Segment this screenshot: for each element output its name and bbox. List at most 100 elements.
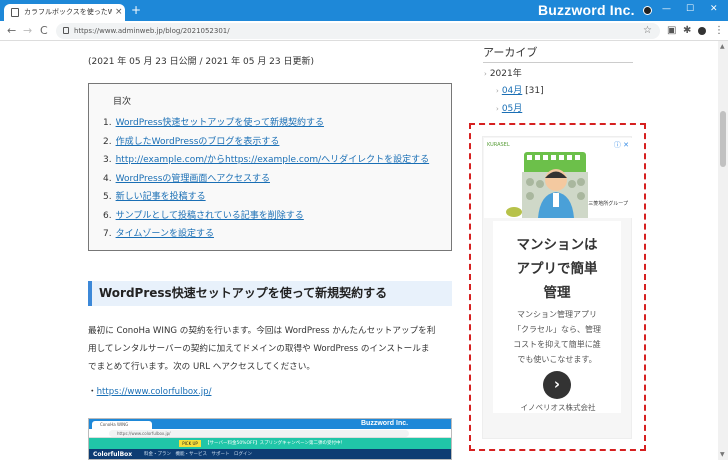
brand-label: Buzzword Inc. — [538, 2, 635, 18]
ad-headline-line: 管理 — [543, 285, 571, 301]
scroll-thumb[interactable] — [720, 111, 726, 167]
toc-item: 5. 新しい記事を投稿する — [103, 188, 429, 207]
screenshot-logo: ColorfulBox — [93, 451, 133, 458]
profile-icon[interactable] — [698, 27, 706, 35]
toc-item: 6. サンプルとして投稿されている記事を削除する — [103, 207, 429, 226]
ad-body-line: マンション管理アプリ — [517, 310, 597, 319]
archive-month-link[interactable]: 05月 — [502, 104, 522, 114]
tab-close-icon[interactable]: × — [115, 6, 123, 18]
section-heading-text: WordPress快速セットアップを使って新規契約する — [99, 286, 388, 300]
publish-dates: (2021 年 05 月 23 日公開 / 2021 年 05 月 23 日更新… — [88, 57, 315, 67]
ad-image[interactable]: KURASEL ⓘ ✕ 三菱地所グループ — [484, 138, 632, 218]
bullet-icon: › — [484, 70, 487, 78]
screenshot-promo-tag: PICK UP — [179, 440, 201, 447]
minimize-button[interactable]: — — [662, 2, 671, 16]
puzzle-extensions-icon[interactable]: ✱ — [683, 24, 691, 37]
toc-item: 4. WordPressの管理画面へアクセスする — [103, 170, 429, 189]
archive-year: › 2021年 — [484, 68, 522, 80]
toc-link[interactable]: タイムゾーンを設定する — [116, 229, 214, 239]
archive-month-count: [31] — [525, 86, 544, 96]
toc-link[interactable]: WordPress快速セットアップを使って新規契約する — [116, 118, 324, 128]
screenshot-promo-banner: PICK UP 【サーバー料金50%OFF】スプリングキャンペーン第二弾の受付中… — [89, 438, 451, 449]
scroll-up-icon[interactable]: ▲ — [720, 43, 725, 50]
toc-link[interactable]: サンプルとして投稿されている記事を削除する — [116, 211, 304, 221]
bullet-icon: › — [496, 105, 499, 113]
table-of-contents: 目次 1. WordPress快速セットアップを使って新規契約する 2. 作成したW… — [88, 83, 452, 251]
ad-company: イノベリオス株式会社 — [520, 403, 596, 412]
bullet-icon: › — [496, 87, 499, 95]
paragraph-line: でまとめて行います。次の URL へアクセスしてください。 — [88, 362, 315, 372]
ad-next-arrow-button[interactable]: › — [543, 371, 571, 399]
archive-month: › 04月 [31] — [496, 85, 544, 97]
ad-body: マンション管理アプリ 「クラセル」なら、管理 コストを抑えて簡単に誰 でも使いこ… — [493, 307, 621, 367]
toc-number: 4. — [103, 173, 112, 184]
ad-brand-logo: KURASEL — [487, 142, 510, 148]
screenshot-site-nav: ColorfulBox 料金・プラン 機能・サービス サポート ログイン — [89, 449, 451, 459]
section-heading: WordPress快速セットアップを使って新規契約する — [88, 281, 452, 306]
page-favicon-icon — [11, 8, 19, 17]
ad-headline: マンションは アプリで簡単 管理 — [493, 233, 621, 305]
ad-body-line: でも使いこなせます。 — [517, 355, 597, 364]
advertisement[interactable]: KURASEL ⓘ ✕ 三菱地所グループ マンションは アプリで簡単 管理 マン… — [482, 136, 632, 439]
intro-paragraph: 最初に ConoHa WING の契約を行います。今回は WordPress か… — [88, 322, 454, 376]
toc-link[interactable]: WordPressの管理画面へアクセスする — [116, 174, 270, 184]
ad-group-label: 三菱地所グループ — [588, 201, 628, 207]
forward-button[interactable]: → — [23, 24, 32, 37]
lock-icon — [63, 27, 69, 34]
paragraph-line: 用してレンタルサーバーの契約に加えてドメインの取得や WordPress のイン… — [88, 344, 430, 354]
url-text[interactable]: https://www.adminweb.jp/blog/2021052301/ — [74, 25, 230, 37]
new-tab-button[interactable]: + — [131, 3, 141, 17]
profile-avatar[interactable] — [643, 6, 652, 15]
screenshot-promo-text: 【サーバー料金50%OFF】スプリングキャンペーン第二弾の受付中！ — [205, 441, 345, 446]
screenshot-menu: 料金・プラン 機能・サービス サポート ログイン — [144, 452, 252, 457]
browser-tab[interactable]: カラフルボックスを使ったWordPress × — [4, 4, 125, 21]
screenshot-tab: ConoHa WING — [92, 421, 152, 429]
colorfulbox-link[interactable]: https://www.colorfulbox.jp/ — [97, 387, 212, 397]
ad-card[interactable]: マンションは アプリで簡単 管理 マンション管理アプリ 「クラセル」なら、管理 … — [493, 221, 621, 413]
bookmark-star-icon[interactable]: ☆ — [643, 24, 652, 37]
toc-number: 1. — [103, 118, 112, 128]
reload-button[interactable]: C — [40, 24, 48, 37]
maximize-button[interactable]: ☐ — [686, 2, 694, 16]
archive-year-label: 2021年 — [489, 69, 522, 79]
embedded-screenshot: ConoHa WING Buzzword Inc. https://www.co… — [88, 418, 452, 460]
toc-number: 6. — [103, 210, 112, 221]
ad-headline-line: マンションは — [516, 237, 598, 253]
toc-number: 3. — [103, 155, 112, 165]
tab-title: カラフルボックスを使ったWordPress — [24, 8, 112, 16]
menu-icon[interactable]: ⋮ — [714, 24, 724, 37]
toc-number: 7. — [103, 229, 112, 239]
toc-item: 7. タイムゾーンを設定する — [103, 225, 429, 244]
toc-number: 5. — [103, 192, 112, 202]
toc-list: 1. WordPress快速セットアップを使って新規契約する 2. 作成したWord… — [103, 114, 429, 244]
ad-headline-line: アプリで簡単 — [516, 261, 598, 277]
toc-item: 3. http://example.com/からhttps://example.c… — [103, 151, 429, 170]
external-link-line: ・https://www.colorfulbox.jp/ — [88, 386, 211, 398]
toc-number: 2. — [103, 136, 112, 147]
toc-title: 目次 — [113, 97, 132, 107]
archive-month: › 05月 — [496, 103, 522, 115]
toc-link[interactable]: 作成したWordPressのブログを表示する — [116, 137, 280, 147]
page-scrollbar[interactable]: ▲ ▼ — [718, 41, 728, 460]
toc-link[interactable]: 新しい記事を投稿する — [116, 192, 206, 202]
screenshot-titlebar: ConoHa WING Buzzword Inc. — [89, 419, 451, 429]
browser-titlebar: カラフルボックスを使ったWordPress × + Buzzword Inc. … — [0, 0, 728, 21]
scroll-down-icon[interactable]: ▼ — [720, 451, 725, 458]
toc-item: 1. WordPress快速セットアップを使って新規契約する — [103, 114, 429, 133]
archive-title: アーカイブ — [483, 46, 538, 59]
close-window-button[interactable]: ✕ — [710, 2, 718, 16]
ad-body-line: 「クラセル」なら、管理 — [513, 325, 601, 334]
extension-icon[interactable]: ▣ — [667, 24, 676, 37]
address-bar[interactable]: https://www.adminweb.jp/blog/2021052301/… — [56, 23, 660, 39]
archive-month-link[interactable]: 04月 — [502, 86, 522, 96]
paragraph-line: 最初に ConoHa WING の契約を行います。今回は WordPress か… — [88, 326, 436, 336]
browser-toolbar: ← → C https://www.adminweb.jp/blog/20210… — [0, 21, 728, 41]
bullet-prefix: ・ — [88, 387, 97, 397]
screenshot-brand: Buzzword Inc. — [361, 420, 409, 427]
ad-info-close-icon[interactable]: ⓘ ✕ — [614, 141, 629, 149]
screenshot-toolbar: https://www.colorfulbox.jp/ — [89, 429, 451, 438]
back-button[interactable]: ← — [7, 24, 16, 37]
ad-body-line: コストを抑えて簡単に誰 — [513, 340, 601, 349]
screenshot-url: https://www.colorfulbox.jp/ — [109, 430, 409, 437]
toc-link[interactable]: http://example.com/からhttps://example.com… — [116, 155, 430, 165]
